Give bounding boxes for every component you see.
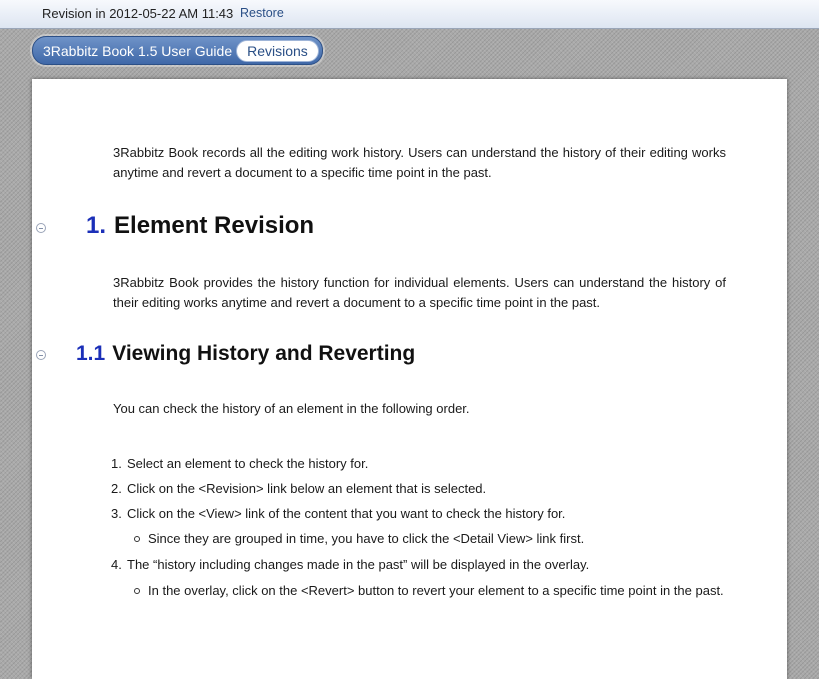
section-1-number: 1. — [86, 212, 107, 239]
revision-timestamp: Revision in 2012-05-22 AM 11:43 — [42, 6, 234, 21]
section-1-1-paragraph: You can check the history of an element … — [113, 401, 470, 416]
tab-revisions[interactable]: Revisions — [236, 39, 319, 62]
bullet-icon — [134, 588, 140, 594]
list-item-text: Click on the <View> link of the content … — [127, 506, 566, 521]
list-item-text: The “history including changes made in t… — [127, 557, 590, 572]
section-1-title: Element Revision — [114, 212, 315, 239]
collapse-section-1-icon[interactable] — [36, 223, 46, 233]
intro-paragraph: 3Rabbitz Book records all the editing wo… — [113, 145, 726, 180]
sub-list-item-text: In the overlay, click on the <Revert> bu… — [148, 583, 724, 598]
list-marker: 4. — [111, 557, 122, 572]
revision-toolbar: Revision in 2012-05-22 AM 11:43 Restore — [0, 0, 819, 29]
list-marker: 2. — [111, 481, 122, 496]
list-marker: 1. — [111, 456, 122, 471]
section-1-1-heading: 1.1 Viewing History and Reverting — [76, 342, 415, 366]
document-page: 3Rabbitz Book records all the editing wo… — [32, 79, 787, 679]
collapse-section-1-1-icon[interactable] — [36, 350, 46, 360]
restore-link[interactable]: Restore — [240, 6, 284, 20]
list-item-text: Click on the <Revision> link below an el… — [127, 481, 487, 496]
section-1-1-title: Viewing History and Reverting — [112, 342, 416, 365]
breadcrumb-book-link[interactable]: 3Rabbitz Book 1.5 User Guide — [43, 43, 232, 59]
bullet-icon — [134, 536, 140, 542]
breadcrumb: 3Rabbitz Book 1.5 User Guide Revisions — [32, 36, 323, 65]
section-1-paragraph: 3Rabbitz Book provides the history funct… — [113, 275, 726, 310]
section-1-heading: 1. Element Revision — [86, 212, 314, 240]
list-marker: 3. — [111, 506, 122, 521]
sub-list-item-text: Since they are grouped in time, you have… — [148, 531, 585, 546]
list-item-text: Select an element to check the history f… — [127, 456, 369, 471]
section-1-1-number: 1.1 — [76, 342, 106, 365]
